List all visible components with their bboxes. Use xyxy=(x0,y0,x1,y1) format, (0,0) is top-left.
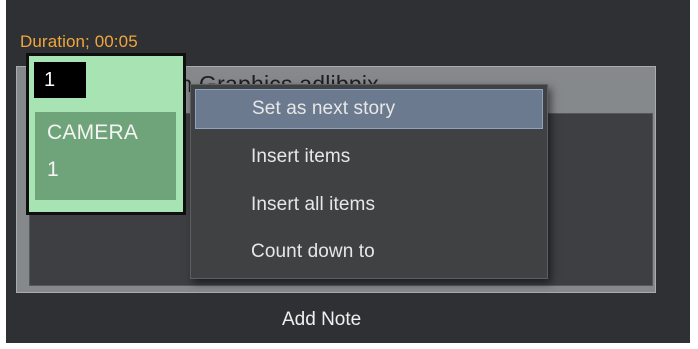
menu-item-insert-items[interactable]: Insert items xyxy=(195,137,543,177)
menu-item-count-down-to[interactable]: Count down to xyxy=(195,232,543,272)
item-type-label: CAMERA xyxy=(47,121,139,144)
menu-item-insert-all-items[interactable]: Insert all items xyxy=(195,185,543,225)
item-source-label: 1 xyxy=(47,158,59,181)
menu-item-set-as-next-story[interactable]: Set as next story xyxy=(195,89,543,129)
item-number-badge: 1 xyxy=(34,62,86,98)
camera-item-card[interactable]: 1 CAMERA 1 xyxy=(26,53,186,215)
item-body: CAMERA 1 xyxy=(35,112,176,200)
context-menu: Set as next story Insert items Insert al… xyxy=(190,84,548,279)
add-note-button[interactable]: Add Note xyxy=(282,309,361,331)
duration-label: Duration; 00:05 xyxy=(20,32,138,51)
